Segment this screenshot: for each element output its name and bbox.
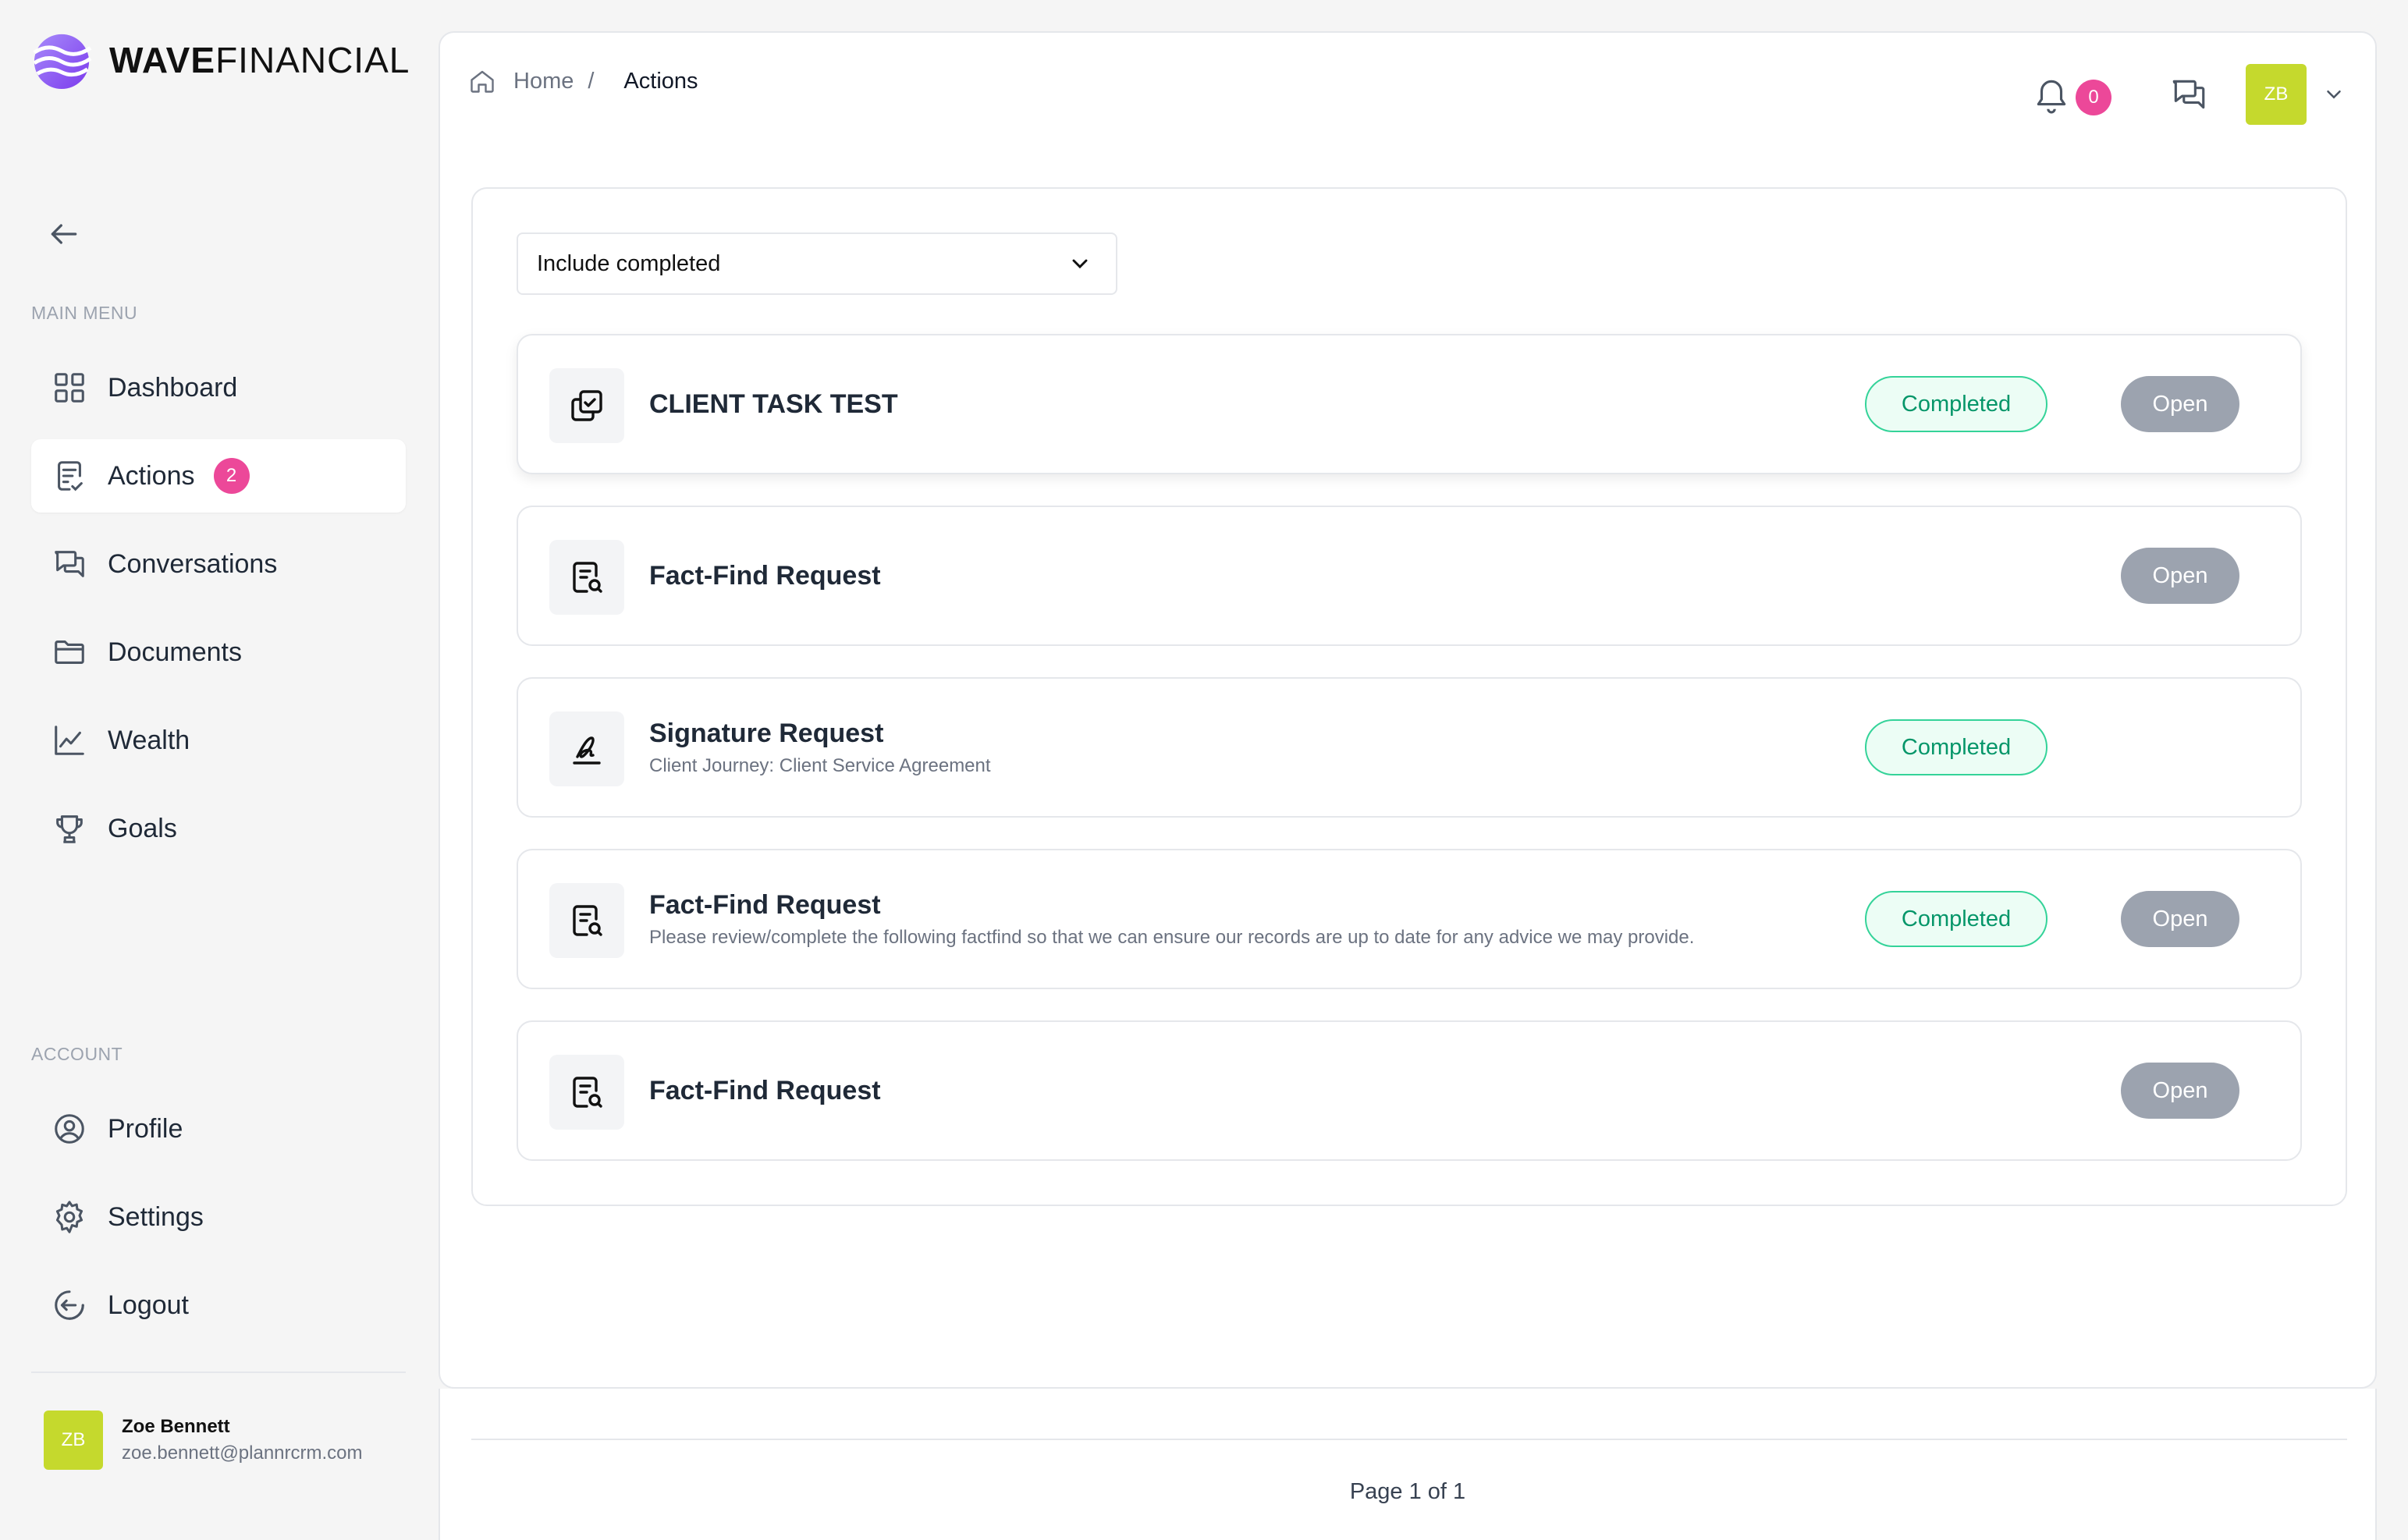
actions-icon: [58, 461, 83, 491]
bell-icon: [2037, 80, 2066, 114]
sidebar-item-goals[interactable]: Goals: [31, 792, 406, 865]
conversations-icon: [55, 551, 84, 577]
main-panel: Home / Actions 0 ZB Include completed CL…: [439, 31, 2377, 1389]
sidebar-item-label: Conversations: [108, 548, 278, 579]
sidebar-item-label: Settings: [108, 1201, 204, 1232]
task-icon-box: [549, 540, 624, 615]
sidebar-item-settings[interactable]: Settings: [31, 1180, 406, 1254]
header-avatar[interactable]: ZB: [2246, 64, 2307, 125]
task-check-icon: [571, 390, 602, 421]
open-button[interactable]: Open: [2121, 548, 2239, 604]
brand-name: WAVEFINANCIAL: [109, 40, 410, 80]
task-subtitle: Client Journey: Client Service Agreement: [649, 754, 991, 776]
open-button[interactable]: Open: [2121, 891, 2239, 947]
account-label: ACCOUNT: [31, 1044, 123, 1064]
header-actions: 0 ZB: [2032, 64, 2346, 125]
sidebar-item-documents[interactable]: Documents: [31, 616, 406, 689]
user-email: zoe.bennett@plannrcrm.com: [122, 1442, 363, 1464]
sidebar-item-label: Profile: [108, 1113, 183, 1144]
signature-icon: [573, 736, 601, 765]
task-row: Fact-Find Request Please review/complete…: [517, 849, 2302, 989]
chart-line-icon: [55, 726, 84, 755]
sidebar-item-wealth[interactable]: Wealth: [31, 704, 406, 777]
back-arrow-icon[interactable]: [47, 217, 81, 251]
task-icon-box: [549, 1055, 624, 1130]
main-menu-label: MAIN MENU: [31, 303, 138, 323]
status-badge: Completed: [1865, 376, 2048, 432]
task-icon-box: [549, 883, 624, 958]
task-title: Fact-Find Request: [649, 1075, 881, 1105]
chevron-down-icon: [1072, 259, 1088, 269]
actions-count-badge: 2: [213, 458, 250, 494]
pagination-text: Page 1 of 1: [1349, 1479, 1466, 1504]
sidebar-item-label: Goals: [108, 813, 177, 843]
trophy-icon: [56, 815, 83, 843]
notification-count-badge: 0: [2076, 80, 2111, 115]
sidebar-item-dashboard[interactable]: Dashboard: [31, 351, 406, 424]
user-card[interactable]: ZB Zoe Bennett zoe.bennett@plannrcrm.com: [44, 1410, 363, 1470]
sidebar-item-conversations[interactable]: Conversations: [31, 527, 406, 601]
task-subtitle: Please review/complete the following fac…: [649, 926, 1695, 948]
breadcrumb: Home / Actions: [468, 67, 698, 95]
notifications-button[interactable]: 0: [2032, 75, 2111, 115]
wave-logo-icon: [33, 34, 92, 90]
gear-icon: [55, 1201, 83, 1233]
sidebar-item-label: Documents: [108, 637, 242, 667]
task-icon-box: [549, 368, 624, 443]
actions-card: Include completed CLIENT TASK TEST Compl…: [471, 187, 2347, 1206]
document-search-icon: [573, 562, 602, 593]
home-icon[interactable]: [468, 67, 496, 95]
chevron-down-icon[interactable]: [2322, 83, 2346, 106]
sidebar-item-logout[interactable]: Logout: [31, 1269, 406, 1342]
sidebar-item-label: Dashboard: [108, 372, 238, 403]
sidebar-item-label: Wealth: [108, 725, 190, 755]
open-button[interactable]: Open: [2121, 376, 2239, 432]
task-icon-box: [549, 711, 624, 786]
sidebar-item-label: Actions: [108, 460, 195, 491]
task-row: CLIENT TASK TEST Completed Open: [517, 334, 2302, 474]
filter-selected-value: Include completed: [537, 250, 721, 276]
status-badge: Completed: [1865, 719, 2048, 775]
user-circle-icon: [55, 1114, 84, 1144]
sidebar-item-profile[interactable]: Profile: [31, 1092, 406, 1166]
sidebar: WAVEFINANCIAL MAIN MENU Dashboard Action…: [0, 0, 437, 1540]
document-search-icon: [573, 905, 602, 936]
breadcrumb-home[interactable]: Home: [513, 69, 574, 94]
breadcrumb-separator: /: [588, 68, 595, 94]
task-title: CLIENT TASK TEST: [649, 389, 898, 419]
breadcrumb-current: Actions: [623, 68, 698, 94]
task-row: Signature Request Client Journey: Client…: [517, 677, 2302, 818]
open-button[interactable]: Open: [2121, 1063, 2239, 1119]
task-row: Fact-Find Request Open: [517, 506, 2302, 646]
sidebar-item-label: Logout: [108, 1290, 189, 1320]
dashboard-icon: [55, 373, 84, 403]
sidebar-divider: [31, 1371, 406, 1373]
document-search-icon: [573, 1077, 602, 1108]
task-row: Fact-Find Request Open: [517, 1020, 2302, 1161]
chat-icon[interactable]: [2169, 75, 2208, 114]
task-title: Signature Request: [649, 718, 884, 748]
task-title: Fact-Find Request: [649, 560, 881, 591]
pagination-footer: Page 1 of 1: [439, 1389, 2377, 1540]
user-name: Zoe Bennett: [122, 1416, 230, 1437]
avatar: ZB: [44, 1410, 103, 1470]
task-title: Fact-Find Request: [649, 889, 881, 920]
folder-icon: [55, 640, 84, 664]
status-badge: Completed: [1865, 891, 2048, 947]
sidebar-item-actions[interactable]: Actions 2: [31, 439, 406, 513]
logout-icon: [55, 1290, 84, 1320]
footer-divider: [471, 1439, 2347, 1440]
completed-filter-select[interactable]: Include completed: [517, 232, 1117, 295]
brand-logo[interactable]: WAVEFINANCIAL: [31, 30, 410, 90]
